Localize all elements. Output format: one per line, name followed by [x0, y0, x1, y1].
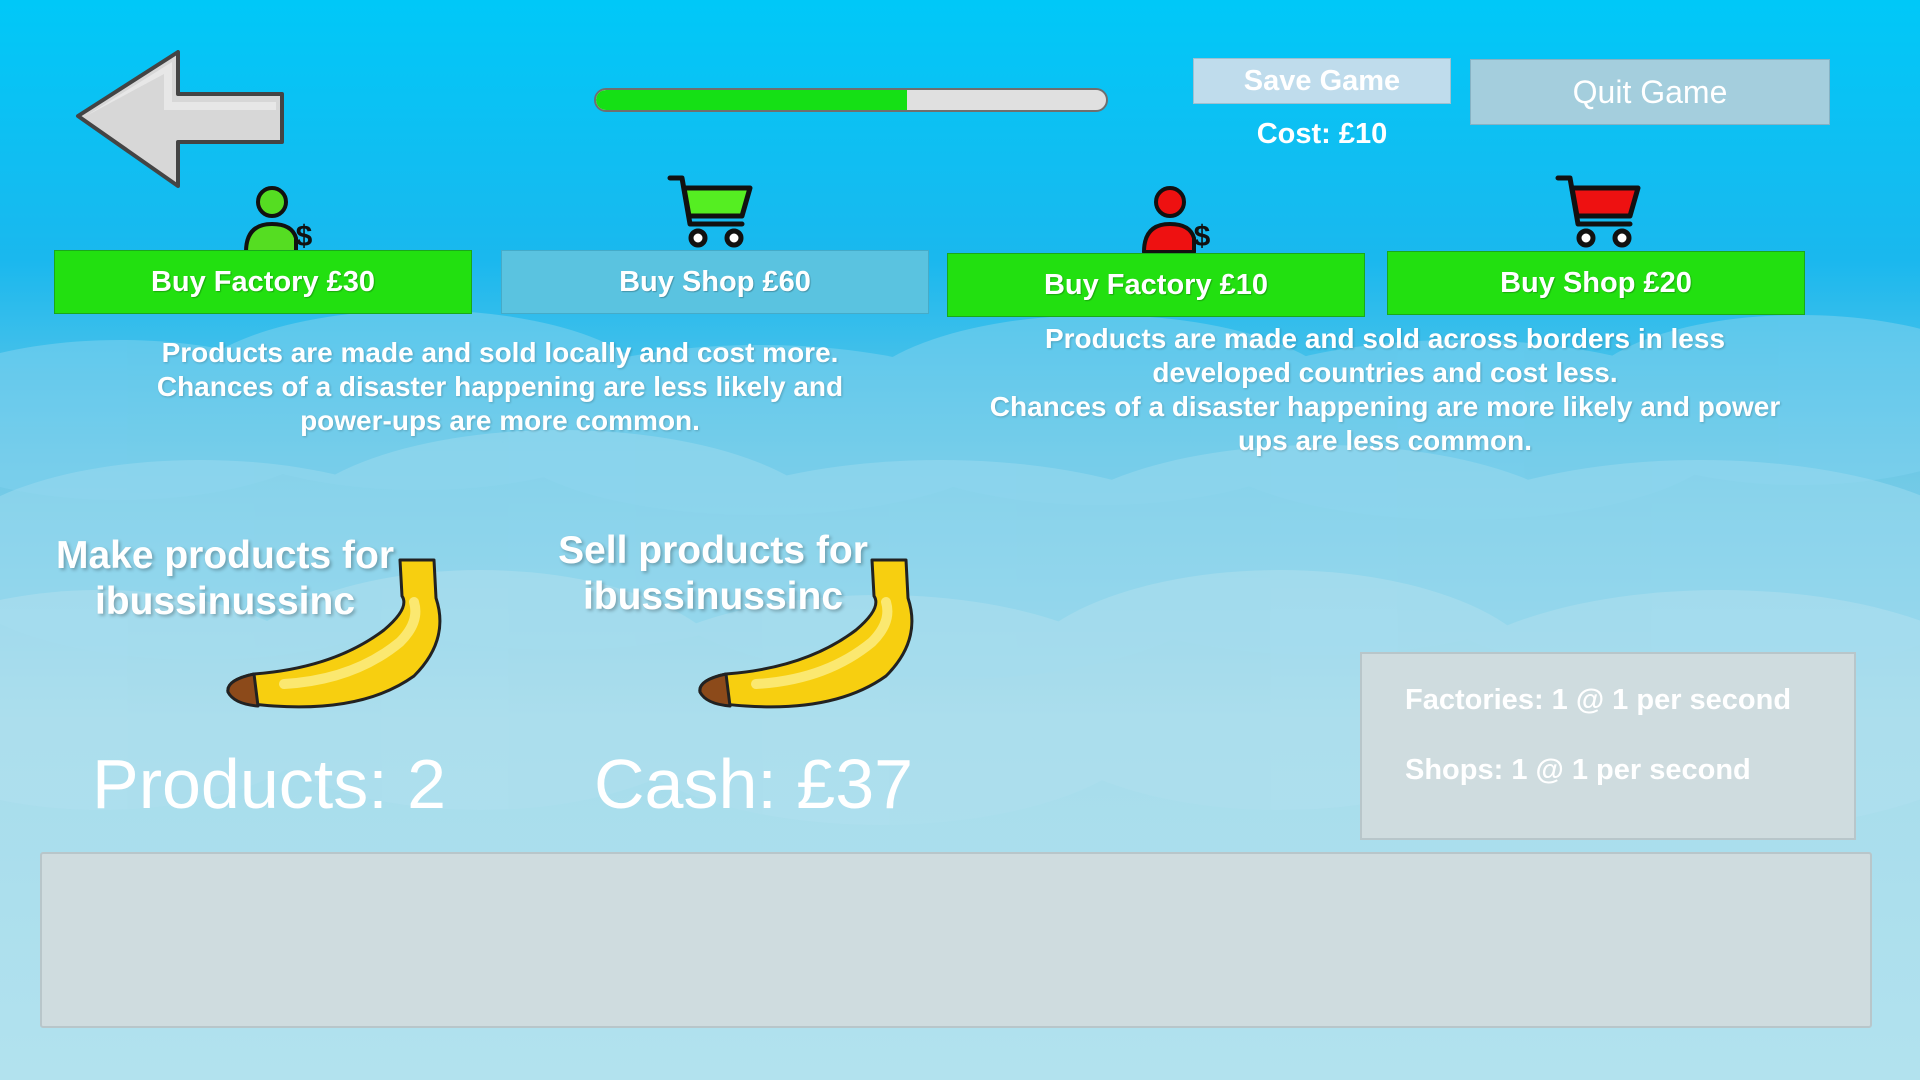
- local-factory-person-dollar-icon: $: [232, 180, 322, 260]
- shops-info: Shops: 1 @ 1 per second: [1405, 754, 1751, 786]
- save-game-button[interactable]: Save Game: [1193, 58, 1451, 104]
- buy-abroad-shop-button[interactable]: Buy Shop £20: [1387, 251, 1805, 315]
- abroad-description-line: Chances of a disaster happening are more…: [989, 391, 1781, 422]
- local-shop-cart-icon: [666, 170, 756, 250]
- svg-text:$: $: [296, 220, 313, 253]
- sell-products-button[interactable]: [686, 556, 936, 716]
- banana-icon: [698, 558, 914, 709]
- cash-counter: Cash: £37: [594, 745, 914, 823]
- products-counter: Products: 2: [92, 745, 447, 823]
- abroad-description: Products are made and sold across border…: [940, 322, 1830, 458]
- progress-fill: [596, 90, 908, 110]
- progress-bar: [594, 88, 1108, 112]
- buy-abroad-factory-button[interactable]: Buy Factory £10: [947, 253, 1365, 317]
- save-cost-label: Cost: £10: [1256, 118, 1388, 150]
- local-description-line: Products are made and sold locally and c…: [161, 337, 839, 368]
- local-description-line: power-ups are more common.: [300, 405, 700, 436]
- abroad-description-line: ups are less common.: [1237, 425, 1533, 456]
- production-info-panel: Factories: 1 @ 1 per second Shops: 1 @ 1…: [1360, 652, 1856, 840]
- abroad-factory-person-dollar-icon: $: [1130, 180, 1220, 260]
- local-description-line: Chances of a disaster happening are less…: [156, 371, 844, 402]
- buy-local-shop-button[interactable]: Buy Shop £60: [501, 250, 929, 314]
- make-products-button[interactable]: [214, 556, 464, 716]
- abroad-description-line: Products are made and sold across border…: [1044, 323, 1726, 354]
- local-description: Products are made and sold locally and c…: [60, 336, 940, 438]
- buy-local-factory-button[interactable]: Buy Factory £30: [54, 250, 472, 314]
- back-button[interactable]: [72, 50, 286, 190]
- banana-icon: [226, 558, 442, 709]
- abroad-shop-cart-icon: [1554, 170, 1644, 250]
- message-panel: [40, 852, 1872, 1028]
- svg-text:$: $: [1194, 220, 1211, 253]
- quit-game-button[interactable]: Quit Game: [1470, 59, 1830, 125]
- abroad-description-line: developed countries and cost less.: [1152, 357, 1618, 388]
- factories-info: Factories: 1 @ 1 per second: [1405, 684, 1792, 716]
- left-arrow-icon: [76, 50, 284, 188]
